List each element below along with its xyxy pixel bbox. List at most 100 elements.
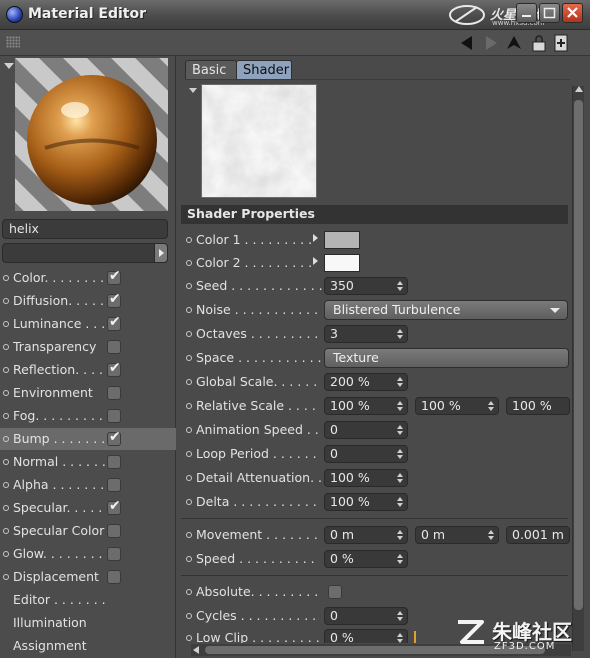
animate-dot-icon[interactable] (3, 367, 9, 373)
up-arrow-icon[interactable] (505, 34, 523, 52)
relative-scale-x-input[interactable]: 100 % (324, 397, 408, 415)
channel-checkbox[interactable]: ✔ (107, 360, 121, 377)
relative-scale-y-input[interactable]: 100 % (415, 397, 499, 415)
channel-checkbox[interactable]: ✔ (107, 314, 121, 331)
channel-item[interactable]: Glow. . . . . . . . (0, 543, 176, 565)
channel-item[interactable]: Editor . . . . . . . (0, 589, 176, 611)
expand-arrow-button[interactable] (154, 243, 168, 263)
tab-basic[interactable]: Basic (185, 60, 237, 80)
animate-dot-icon[interactable] (3, 459, 9, 465)
channel-checkbox[interactable] (107, 340, 121, 354)
expand-arrow-icon[interactable] (313, 257, 318, 265)
color2-swatch[interactable] (324, 254, 360, 272)
channel-checkbox[interactable] (107, 547, 121, 561)
spinner-icon[interactable] (488, 530, 494, 540)
low-clip-input[interactable]: 0 % (324, 629, 408, 643)
channel-item[interactable]: Fog. . . . . . . . . (0, 405, 176, 427)
channel-item[interactable]: Specular. . . . . ✔ (0, 497, 176, 519)
scrollbar-thumb[interactable] (574, 100, 583, 610)
animate-dot-icon[interactable] (3, 344, 9, 350)
octaves-input[interactable]: 3 (324, 325, 408, 343)
channel-item[interactable]: Bump . . . . . . . ✔ (0, 428, 176, 450)
expand-arrow-icon[interactable] (313, 234, 318, 242)
loop-period-input[interactable]: 0 (324, 445, 408, 463)
spinner-icon[interactable] (397, 281, 403, 291)
movement-x-input[interactable]: 0 m (324, 526, 408, 544)
vertical-scrollbar[interactable] (572, 86, 584, 651)
channel-checkbox[interactable] (107, 386, 121, 400)
channel-checkbox[interactable]: ✔ (107, 498, 121, 515)
animate-dot-icon[interactable] (186, 613, 192, 619)
spinner-icon[interactable] (397, 449, 403, 459)
channel-checkbox[interactable] (107, 478, 121, 492)
new-window-icon[interactable] (552, 34, 570, 52)
spinner-icon[interactable] (397, 401, 403, 411)
animate-dot-icon[interactable] (3, 298, 9, 304)
forward-arrow-icon[interactable] (482, 34, 500, 52)
channel-item[interactable]: Assignment (0, 635, 176, 657)
material-preview[interactable] (15, 58, 168, 211)
maximize-button[interactable] (539, 3, 560, 23)
low-clip-slider-marker[interactable] (414, 631, 416, 643)
animate-dot-icon[interactable] (186, 635, 192, 641)
global-scale-input[interactable]: 200 % (324, 373, 408, 391)
tab-shader[interactable]: Shader (236, 60, 292, 80)
absolute-checkbox[interactable] (328, 585, 342, 599)
animate-dot-icon[interactable] (186, 379, 192, 385)
animate-dot-icon[interactable] (186, 260, 192, 266)
channel-item[interactable]: Luminance . . . ✔ (0, 313, 176, 335)
movement-y-input[interactable]: 0 m (415, 526, 499, 544)
scroll-up-icon[interactable] (575, 86, 583, 92)
channel-item[interactable]: Normal . . . . . . (0, 451, 176, 473)
channel-checkbox[interactable]: ✔ (107, 291, 121, 308)
animate-dot-icon[interactable] (186, 283, 192, 289)
spinner-icon[interactable] (488, 401, 494, 411)
animate-dot-icon[interactable] (3, 574, 9, 580)
channel-item[interactable]: Displacement (0, 566, 176, 588)
animate-dot-icon[interactable] (3, 436, 9, 442)
material-layer-field[interactable] (2, 243, 168, 263)
animate-dot-icon[interactable] (3, 551, 9, 557)
channel-checkbox[interactable] (107, 409, 121, 423)
channel-checkbox[interactable] (107, 570, 121, 584)
animate-dot-icon[interactable] (3, 528, 9, 534)
channel-checkbox[interactable] (107, 524, 121, 538)
channel-checkbox[interactable]: ✔ (107, 429, 121, 446)
scroll-left-icon[interactable] (193, 646, 199, 654)
channel-item[interactable]: Transparency (0, 336, 176, 358)
animate-dot-icon[interactable] (3, 505, 9, 511)
animate-dot-icon[interactable] (186, 499, 192, 505)
movement-z-input[interactable]: 0.001 m (506, 526, 570, 544)
spinner-icon[interactable] (397, 329, 403, 339)
spinner-icon[interactable] (397, 473, 403, 483)
spinner-icon[interactable] (397, 554, 403, 564)
animate-dot-icon[interactable] (186, 532, 192, 538)
animate-dot-icon[interactable] (186, 331, 192, 337)
animate-dot-icon[interactable] (186, 451, 192, 457)
back-arrow-icon[interactable] (458, 34, 476, 52)
texture-menu-icon[interactable] (189, 88, 197, 93)
spinner-icon[interactable] (397, 377, 403, 387)
animate-dot-icon[interactable] (3, 275, 9, 281)
lock-icon[interactable] (530, 34, 548, 52)
channel-item[interactable]: Alpha . . . . . . . (0, 474, 176, 496)
preview-menu-icon[interactable] (4, 63, 14, 69)
channel-item[interactable]: Reflection. . . . ✔ (0, 359, 176, 381)
channel-item[interactable]: Illumination (0, 612, 176, 634)
relative-scale-z-input[interactable]: 100 % (506, 397, 570, 415)
noise-dropdown[interactable]: Blistered Turbulence (324, 300, 568, 320)
animate-dot-icon[interactable] (186, 475, 192, 481)
spinner-icon[interactable] (397, 611, 403, 621)
spinner-icon[interactable] (397, 497, 403, 507)
delta-input[interactable]: 100 % (324, 493, 408, 511)
animate-dot-icon[interactable] (3, 321, 9, 327)
animate-dot-icon[interactable] (186, 427, 192, 433)
material-name-field[interactable]: helix (2, 219, 168, 239)
animate-dot-icon[interactable] (186, 307, 192, 313)
grip-handle[interactable] (6, 36, 20, 48)
space-button[interactable]: Texture (324, 348, 569, 368)
channel-item[interactable]: Color. . . . . . . . ✔ (0, 267, 176, 289)
animate-dot-icon[interactable] (186, 237, 192, 243)
animate-dot-icon[interactable] (186, 403, 192, 409)
animate-dot-icon[interactable] (3, 482, 9, 488)
